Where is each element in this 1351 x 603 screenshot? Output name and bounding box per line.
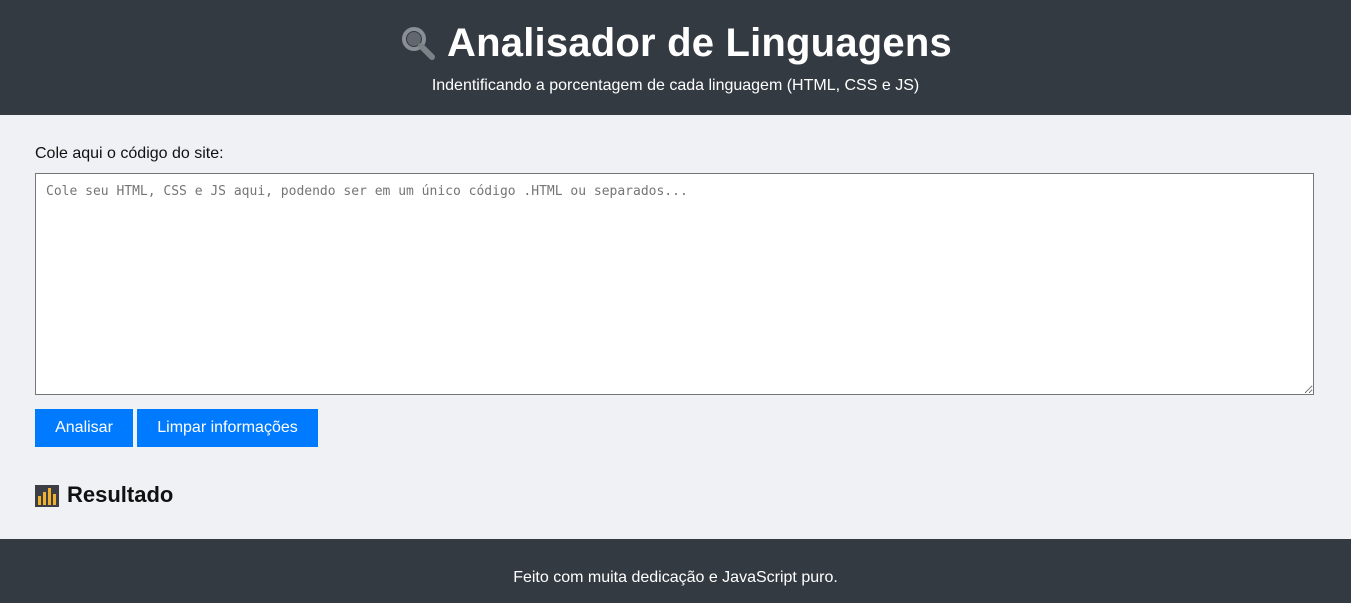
bar-chart-icon xyxy=(35,483,59,507)
page-title: Analisador de Linguagens xyxy=(447,21,952,65)
app-header: Analisador de Linguagens Indentificando … xyxy=(0,0,1351,115)
clear-button[interactable]: Limpar informações xyxy=(137,409,318,447)
result-heading: Resultado xyxy=(35,481,173,509)
title-row: Analisador de Linguagens xyxy=(0,19,1351,67)
analyze-button[interactable]: Analisar xyxy=(35,409,133,447)
code-input[interactable] xyxy=(35,173,1314,395)
footer-text: Feito com muita dedicação e JavaScript p… xyxy=(513,569,838,586)
app-footer: Feito com muita dedicação e JavaScript p… xyxy=(0,539,1351,603)
code-input-label: Cole aqui o código do site: xyxy=(35,145,224,162)
magnifier-icon xyxy=(399,24,437,62)
result-heading-text: Resultado xyxy=(67,482,174,507)
page-subtitle: Indentificando a porcentagem de cada lin… xyxy=(431,77,920,94)
